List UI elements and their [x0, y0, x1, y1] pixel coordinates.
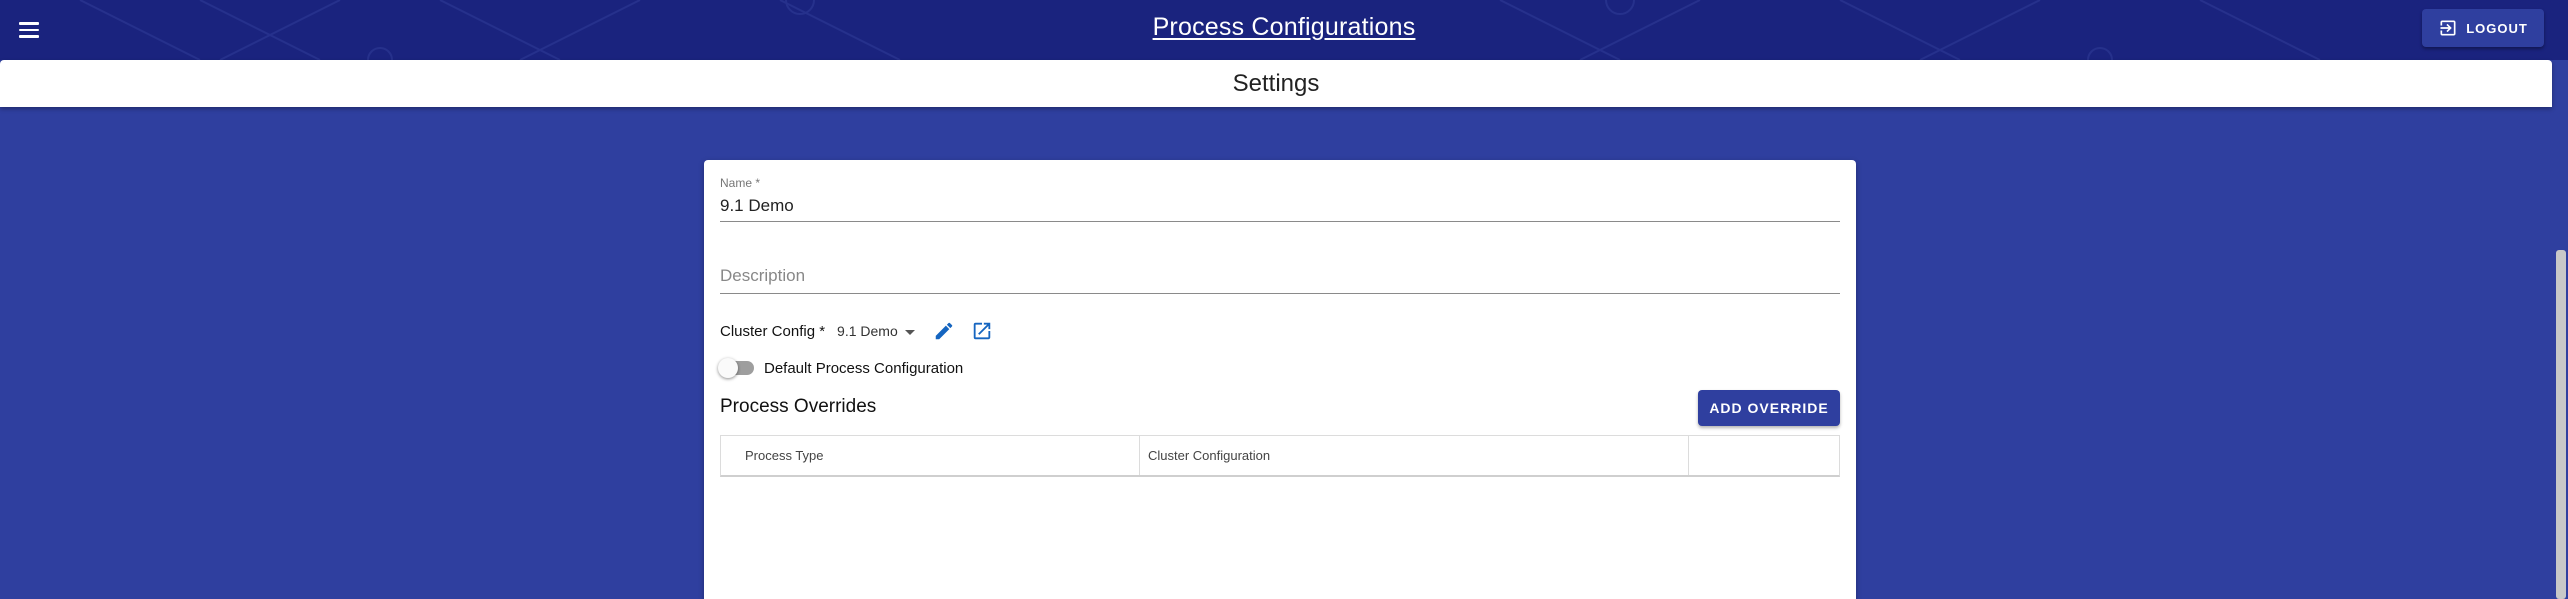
column-header-actions	[1689, 436, 1839, 475]
name-field[interactable]: Name * 9.1 Demo	[720, 176, 1840, 222]
settings-bar: Settings	[0, 60, 2552, 107]
edit-cluster-button[interactable]	[931, 318, 957, 344]
settings-form-card: Name * 9.1 Demo Description Cluster Conf…	[704, 160, 1856, 599]
name-label: Name *	[720, 176, 761, 190]
default-config-toggle[interactable]	[718, 358, 754, 378]
app-title: Process Configurations	[0, 13, 2568, 42]
open-in-new-icon	[973, 322, 990, 340]
cluster-config-label: Cluster Config *	[720, 322, 826, 340]
column-header-cluster-configuration[interactable]: Cluster Configuration	[1140, 436, 1689, 475]
default-config-row: Default Process Configuration	[718, 357, 964, 379]
open-cluster-button[interactable]	[969, 318, 995, 344]
description-field[interactable]: Description	[720, 264, 1840, 294]
app-title-link[interactable]: Process Configurations	[1153, 13, 1416, 41]
scrollbar[interactable]	[2556, 250, 2566, 599]
chevron-down-icon	[904, 329, 915, 335]
name-value: 9.1 Demo	[720, 196, 794, 215]
logout-button[interactable]: LOGOUT	[2422, 9, 2544, 47]
add-override-button[interactable]: ADD OVERRIDE	[1698, 390, 1840, 426]
description-placeholder: Description	[720, 266, 806, 285]
overrides-table: Process Type Cluster Configuration	[720, 435, 1840, 477]
app-bar: Process Configurations LOGOUT	[0, 0, 2568, 60]
column-header-process-type[interactable]: Process Type	[721, 436, 1140, 475]
cluster-config-select[interactable]: 9.1 Demo	[837, 323, 915, 339]
logout-label: LOGOUT	[2466, 20, 2528, 36]
toggle-thumb	[718, 358, 738, 378]
cluster-config-value: 9.1 Demo	[837, 323, 898, 339]
cluster-config-row: Cluster Config * 9.1 Demo	[720, 318, 995, 344]
process-overrides-title: Process Overrides	[720, 396, 877, 417]
page-title: Settings	[1232, 70, 1320, 97]
logout-icon	[2440, 20, 2456, 36]
default-config-label: Default Process Configuration	[764, 359, 964, 377]
pencil-icon	[935, 322, 953, 340]
